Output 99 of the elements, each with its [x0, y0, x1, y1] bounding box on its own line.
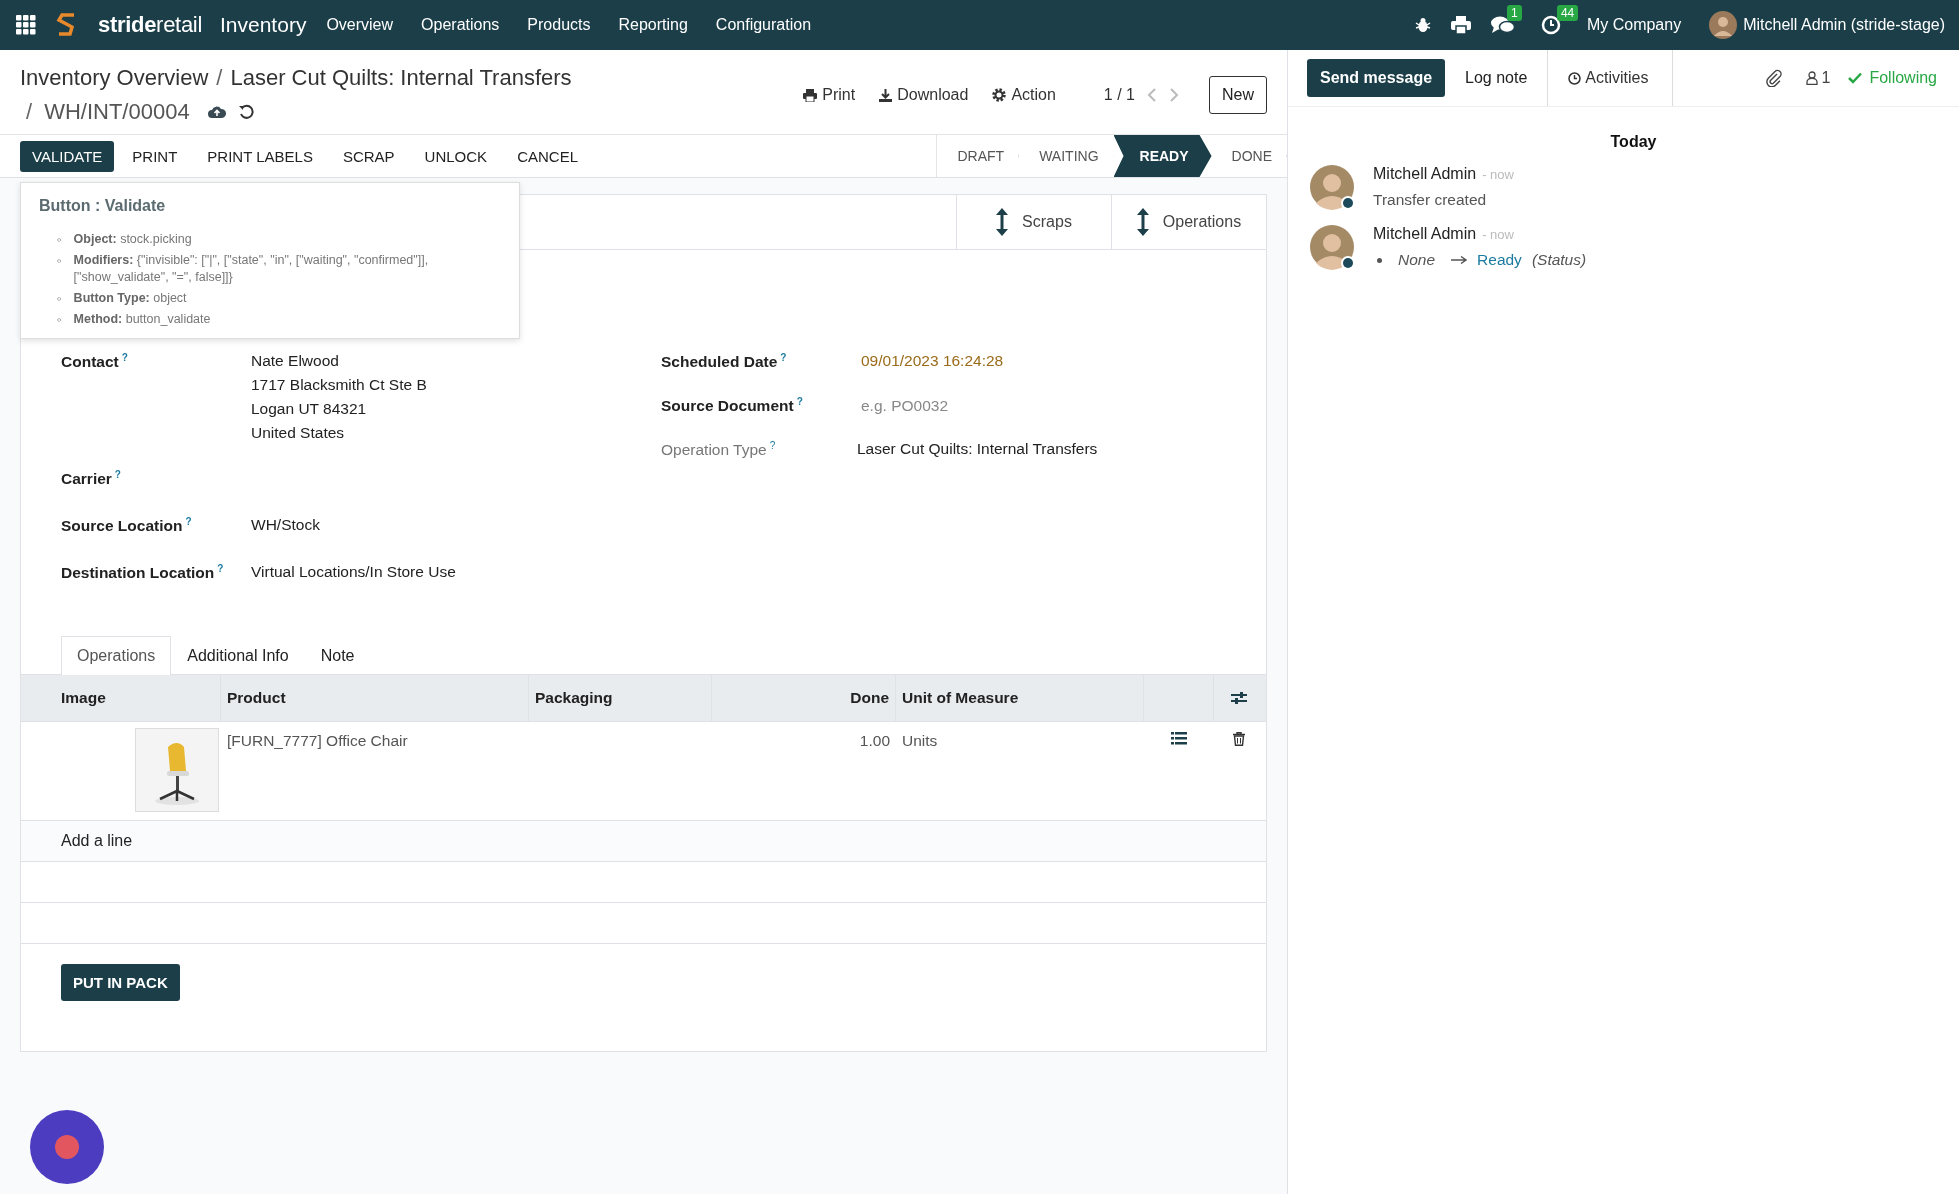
column-header[interactable]: Product	[221, 675, 529, 721]
gear-icon	[992, 88, 1007, 102]
toolbar-action[interactable]: Download	[879, 86, 969, 104]
date-separator: Today	[1610, 133, 1657, 151]
bullet-icon: ◦	[57, 252, 62, 269]
date-field[interactable]: 09/01/2023 16:24:28	[861, 352, 1004, 372]
activities-button[interactable]: Activities	[1547, 50, 1674, 106]
user-avatar-icon[interactable]	[1709, 11, 1738, 39]
column-header[interactable]: Done	[712, 675, 896, 721]
tooltip-line: Method: button_validate	[73, 311, 211, 328]
header-button[interactable]: SCRAP	[330, 140, 407, 172]
new-value: Ready	[1477, 251, 1522, 269]
app-menu-icon[interactable]	[16, 15, 36, 35]
notebook-tab[interactable]: Note	[304, 636, 371, 675]
table-cell-text: 1.00	[858, 731, 891, 751]
vertical-arrows-icon	[1136, 208, 1149, 236]
bug-icon[interactable]	[1414, 17, 1431, 33]
trash-icon[interactable]	[1233, 732, 1245, 746]
header-button[interactable]: CANCEL	[505, 140, 590, 172]
clock-icon	[1568, 71, 1582, 85]
column-header[interactable]: Packaging	[529, 675, 712, 721]
column-header[interactable]: Image	[21, 675, 221, 721]
column-settings-icon[interactable]	[1231, 691, 1247, 705]
column-header[interactable]: Unit of Measure	[896, 675, 1144, 721]
bullet-icon	[1377, 257, 1382, 263]
check-icon	[1848, 72, 1863, 84]
notebook-tab[interactable]: Additional Info	[171, 636, 305, 675]
put-in-pack-button[interactable]: PUT IN PACK	[61, 964, 180, 1001]
breadcrumb-link[interactable]: Inventory Overview	[20, 65, 209, 91]
menu-item[interactable]: Reporting	[618, 16, 688, 34]
pager-counter: 1 / 1	[1103, 86, 1135, 104]
new-button[interactable]: New	[1209, 76, 1267, 114]
download-icon	[879, 88, 893, 102]
activity-count-badge: 44	[1556, 5, 1579, 21]
detail-list-icon[interactable]	[1171, 732, 1187, 745]
header-button[interactable]: PRINT LABELS	[195, 140, 325, 172]
menu-item[interactable]: Operations	[421, 16, 500, 34]
brand-name: strideretail	[98, 12, 202, 38]
cloud-upload-icon[interactable]	[207, 105, 226, 119]
field-label: Operation Type $^{?}$	[661, 440, 777, 460]
notebook-tab[interactable]: Operations	[61, 636, 172, 675]
toolbar-action[interactable]: Action	[992, 86, 1056, 104]
add-line-link[interactable]: Add a line	[61, 832, 133, 850]
breadcrumb-separator: /	[216, 65, 223, 91]
field-value: Virtual Locations/In Store Use	[251, 563, 456, 581]
app-name[interactable]: Inventory	[220, 13, 307, 37]
followers-button[interactable]: 1	[1799, 68, 1837, 88]
chat-icon[interactable]	[1490, 15, 1515, 35]
breadcrumb-link[interactable]: Laser Cut Quilts: Internal Transfers	[230, 65, 572, 91]
vertical-arrows-icon	[996, 208, 1009, 236]
right-arrow-icon	[1451, 256, 1468, 264]
message-time: - now	[1482, 167, 1514, 182]
message-count-badge: 1	[1506, 5, 1522, 21]
field-value: Logan UT 84321	[251, 400, 368, 418]
tracked-field: (Status)	[1531, 251, 1587, 269]
bullet-icon: ◦	[57, 311, 62, 328]
person-icon	[1805, 71, 1818, 85]
clock-icon[interactable]	[1540, 15, 1561, 35]
header-button[interactable]: UNLOCK	[412, 140, 500, 172]
menu-item[interactable]: Overview	[326, 16, 394, 34]
field-label: Contact $^{?}$	[61, 352, 129, 373]
menu-item[interactable]: Configuration	[715, 16, 812, 34]
table-cell-text: Units	[901, 731, 939, 751]
message-text: Transfer created	[1373, 191, 1488, 209]
record-icon[interactable]	[30, 1110, 104, 1184]
send-message-button[interactable]: Send message	[1307, 59, 1446, 97]
tooltip-line: Button Type: object	[73, 290, 187, 307]
header-button[interactable]: VALIDATE	[20, 140, 115, 172]
record-name: WH/INT/00004	[44, 99, 190, 125]
breadcrumb-separator: /	[26, 99, 33, 125]
message-time: - now	[1482, 227, 1514, 242]
printer-icon[interactable]	[1450, 16, 1471, 34]
toolbar-action[interactable]: Print	[803, 86, 856, 104]
old-value: None	[1398, 251, 1436, 269]
message-author: Mitchell Admin	[1373, 165, 1477, 183]
undo-icon[interactable]	[237, 104, 254, 120]
field-label: Source Location $^{?}$	[61, 516, 193, 536]
printer-icon	[803, 88, 818, 102]
tooltip-title: Button : Validate	[39, 197, 167, 215]
field-value: United States	[251, 424, 346, 442]
tooltip-line: Object: stock.picking	[73, 231, 192, 248]
field-label: Carrier $^{?}$	[61, 469, 122, 489]
field-value: Nate Elwood	[251, 352, 340, 370]
field-label: Destination Location $^{?}$	[61, 563, 225, 583]
field-label: Scheduled Date $^{?}$	[661, 352, 788, 372]
company-switcher[interactable]: My Company	[1586, 16, 1682, 34]
message-author: Mitchell Admin	[1373, 225, 1477, 243]
table-cell-text: [FURN_7777] Office Chair	[226, 731, 409, 751]
user-menu[interactable]: Mitchell Admin (stride-stage)	[1743, 16, 1945, 34]
field-value: WH/Stock	[251, 516, 320, 534]
header-button[interactable]: PRINT	[120, 140, 190, 172]
paperclip-icon[interactable]	[1765, 69, 1782, 87]
bullet-icon: ◦	[57, 231, 62, 248]
field-value: Laser Cut Quilts: Internal Transfers	[857, 440, 1098, 459]
field-label: Source Document $^{?}$	[661, 396, 804, 416]
field-value: 1717 Blacksmith Ct Ste B	[251, 376, 427, 394]
bullet-icon: ◦	[57, 290, 62, 307]
status-step[interactable]: READY	[1113, 135, 1212, 177]
menu-item[interactable]: Products	[527, 16, 591, 34]
